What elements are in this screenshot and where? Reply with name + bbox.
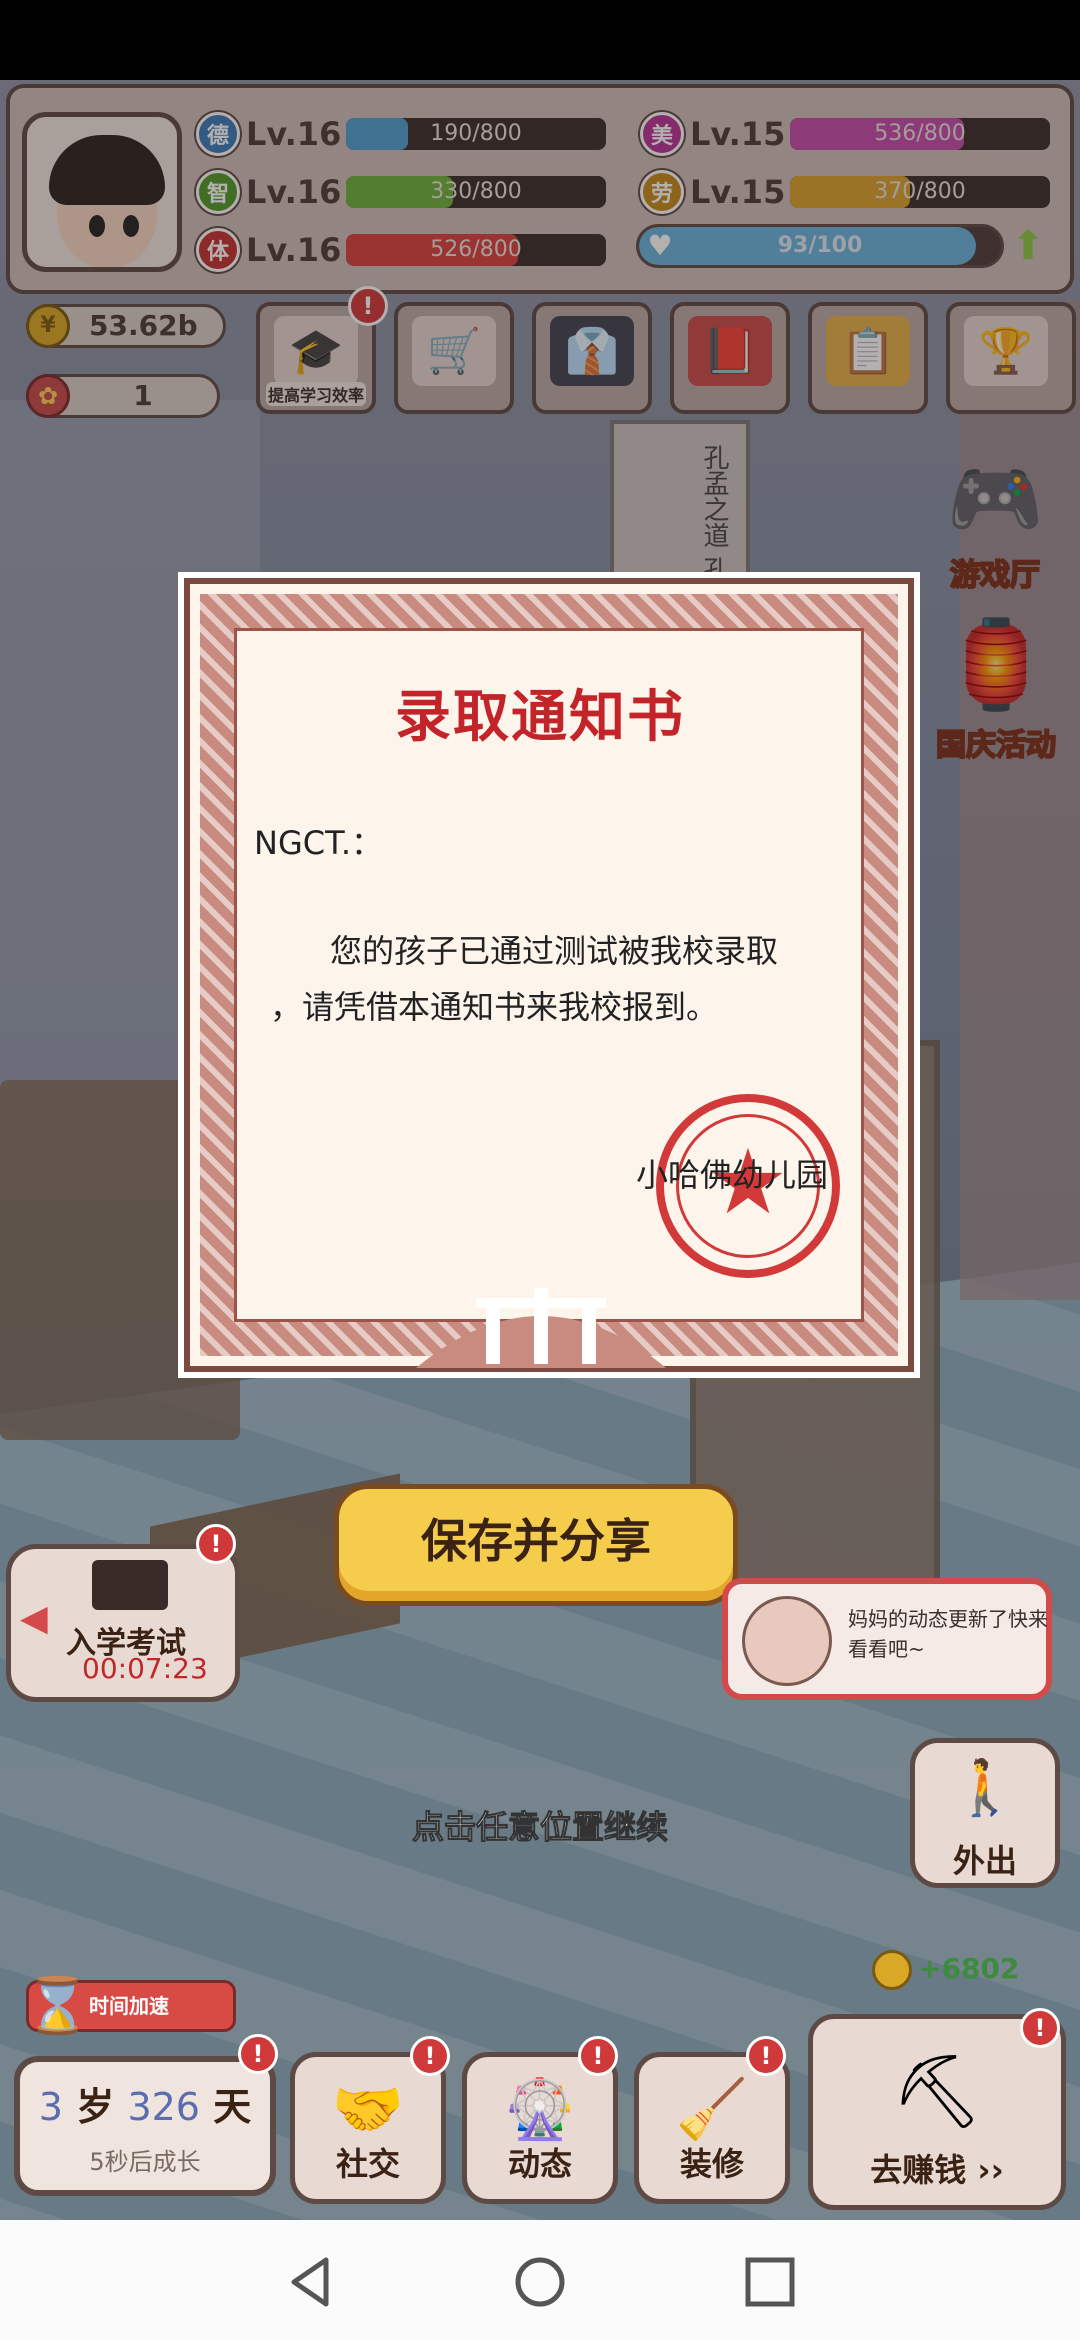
certificate-body-line2: ，请凭借本通知书来我校报到。 <box>270 988 719 1026</box>
nav-earn-money-label: 去赚钱 ›› <box>870 2151 1004 2189</box>
age-badge: ! <box>238 2034 278 2074</box>
decorate-badge: ! <box>746 2036 786 2076</box>
mom-avatar <box>742 1596 832 1686</box>
certificate-body-line1: 您的孩子已通过测试被我校录取 <box>330 932 779 970</box>
age-year-unit: 岁 <box>76 2085 115 2129</box>
coin-icon <box>872 1950 912 1990</box>
income-amount: +6802 <box>918 1952 1020 1985</box>
social-badge: ! <box>410 2036 450 2076</box>
go-out-label: 外出 <box>952 1842 1017 1880</box>
walking-person-icon: 🚶 <box>951 1756 1019 1819</box>
pinwheel-icon: 🎡 <box>503 2075 577 2143</box>
growth-countdown: 5秒后成长 <box>89 2148 201 2176</box>
age-years: 3 <box>38 2085 63 2129</box>
pickaxe-coins-icon: ⛏ <box>891 2049 983 2133</box>
home-icon[interactable] <box>512 2254 568 2310</box>
recents-icon[interactable] <box>742 2254 798 2310</box>
nav-decorate-label: 装修 <box>679 2145 744 2183</box>
status-bar <box>0 0 1080 80</box>
back-icon[interactable] <box>284 2254 340 2310</box>
left-arrow-icon: ◀ <box>20 1598 48 1639</box>
handshake-icon: 🤝 <box>331 2075 405 2143</box>
hourglass-icon: ⌛ <box>24 1974 92 2037</box>
paint-roller-icon: 🧹 <box>675 2075 749 2143</box>
age-display: 3 岁 326 天 <box>14 2076 276 2131</box>
certificate-title: 录取通知书 <box>395 685 685 750</box>
certificate-school-name: 小哈佛幼儿园 <box>636 1156 829 1194</box>
age-days: 326 <box>127 2085 200 2129</box>
earn-badge: ! <box>1020 2008 1060 2048</box>
mom-update-text: 妈妈的动态更新了快来看看吧~ <box>848 1607 1048 1661</box>
moments-badge: ! <box>578 2036 618 2076</box>
nav-social-label: 社交 <box>335 2145 400 2183</box>
save-and-share-button[interactable]: 保存并分享 <box>334 1484 738 1606</box>
exam-badge: ! <box>196 1524 236 1564</box>
nav-moments-label: 动态 <box>507 2145 572 2183</box>
age-day-unit: 天 <box>213 2085 252 2129</box>
school-gate-icon <box>416 1288 666 1368</box>
graduation-cap-icon <box>92 1560 168 1610</box>
entrance-exam-timer: 00:07:23 <box>82 1652 208 1685</box>
certificate-addressee: NGCT.： <box>254 824 384 862</box>
